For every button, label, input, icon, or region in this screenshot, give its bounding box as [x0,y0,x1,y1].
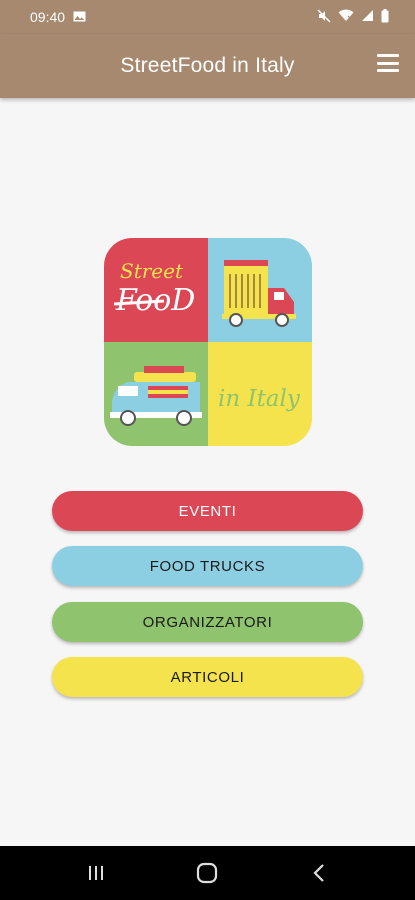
in-italy-lettering: in Italy [218,386,301,412]
status-right [317,8,389,26]
logo-in-italy-quadrant: in Italy [208,342,312,446]
articoli-button-label: ARTICOLI [170,668,245,686]
logo-street-food-quadrant: Street FooD [104,238,208,342]
image-icon [73,9,86,25]
svg-text:Street: Street [120,259,184,283]
signal-icon [361,9,374,25]
app-bar: StreetFood in Italy [0,34,415,98]
organizzatori-button-label: ORGANIZZATORI [142,613,273,631]
street-food-lettering: Street FooD [113,259,195,318]
home-icon[interactable] [177,853,237,893]
food-trucks-button[interactable]: FOOD TRUCKS [52,546,363,586]
svg-text:in Italy: in Italy [218,386,301,412]
recent-apps-icon[interactable] [66,853,126,893]
truck-illustration [222,260,296,327]
articoli-button[interactable]: ARTICOLI [52,657,363,697]
logo-truck-quadrant [208,238,312,342]
van-illustration [110,366,202,426]
battery-icon [381,8,389,26]
organizzatori-button[interactable]: ORGANIZZATORI [52,602,363,642]
system-nav-bar [0,846,415,900]
app-logo: Street FooD in Italy [104,238,312,446]
logo-van-quadrant [104,342,208,446]
app-title: StreetFood in Italy [120,54,295,77]
status-time: 09:40 [30,9,66,25]
eventi-button-label: EVENTI [178,502,237,520]
food-trucks-button-label: FOOD TRUCKS [149,557,266,575]
status-bar: 09:40 [0,0,415,34]
wifi-icon [338,9,354,25]
mute-icon [317,8,331,26]
back-icon[interactable] [289,853,349,893]
status-left: 09:40 [30,9,86,25]
eventi-button[interactable]: EVENTI [52,491,363,531]
hamburger-menu-icon[interactable] [377,54,399,72]
